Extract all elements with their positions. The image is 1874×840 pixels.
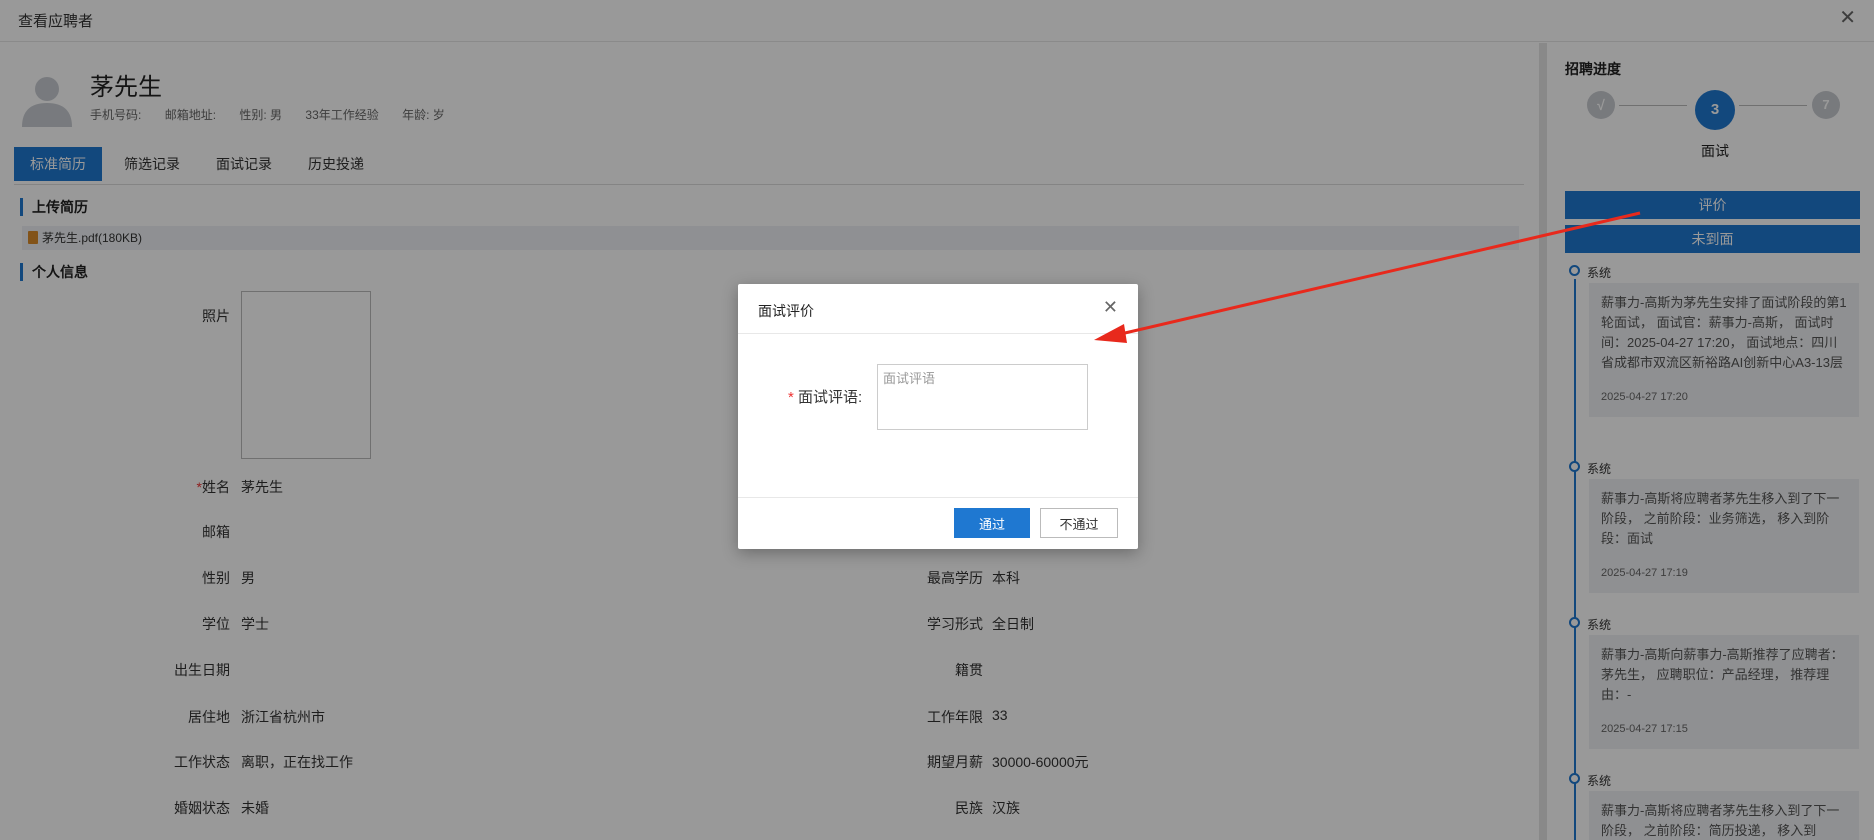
pass-button[interactable]: 通过 — [954, 508, 1030, 538]
dialog-title: 面试评价 — [758, 303, 814, 319]
comment-label: * 面试评语: — [788, 389, 863, 406]
interview-comment-input[interactable] — [877, 364, 1088, 430]
dialog-footer: 通过 不通过 — [738, 497, 1138, 549]
dialog-close-icon[interactable]: ✕ — [1103, 298, 1118, 316]
fail-button[interactable]: 不通过 — [1040, 508, 1118, 538]
interview-evaluation-dialog: 面试评价 ✕ * 面试评语: 通过 不通过 — [738, 284, 1138, 549]
dialog-header: 面试评价 ✕ — [738, 284, 1138, 334]
